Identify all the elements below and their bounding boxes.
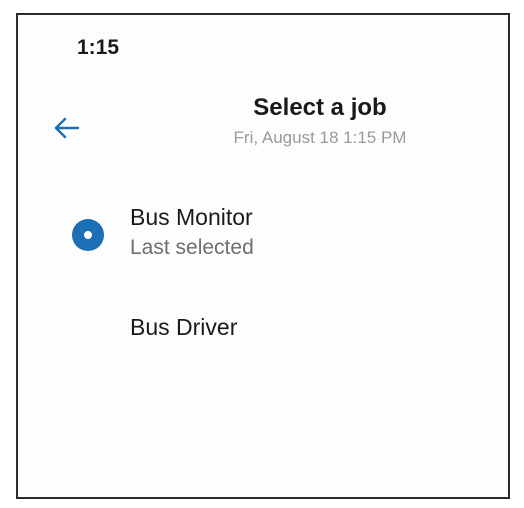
job-name: Bus Monitor [130,204,253,230]
page-title: Select a job [253,94,387,121]
radio-dot [84,231,92,239]
job-option-bus-driver[interactable]: Bus Driver [40,300,480,350]
status-bar-time: 1:15 [77,36,120,59]
job-sublabel: Last selected [130,236,254,259]
arrow-left-icon [54,117,80,139]
job-name: Bus Driver [130,314,238,340]
job-option-bus-monitor[interactable]: Bus Monitor Last selected [40,193,480,273]
radio-selected-icon[interactable] [72,219,104,251]
page-subtitle-datetime: Fri, August 18 1:15 PM [233,128,407,147]
back-button[interactable] [47,108,87,148]
